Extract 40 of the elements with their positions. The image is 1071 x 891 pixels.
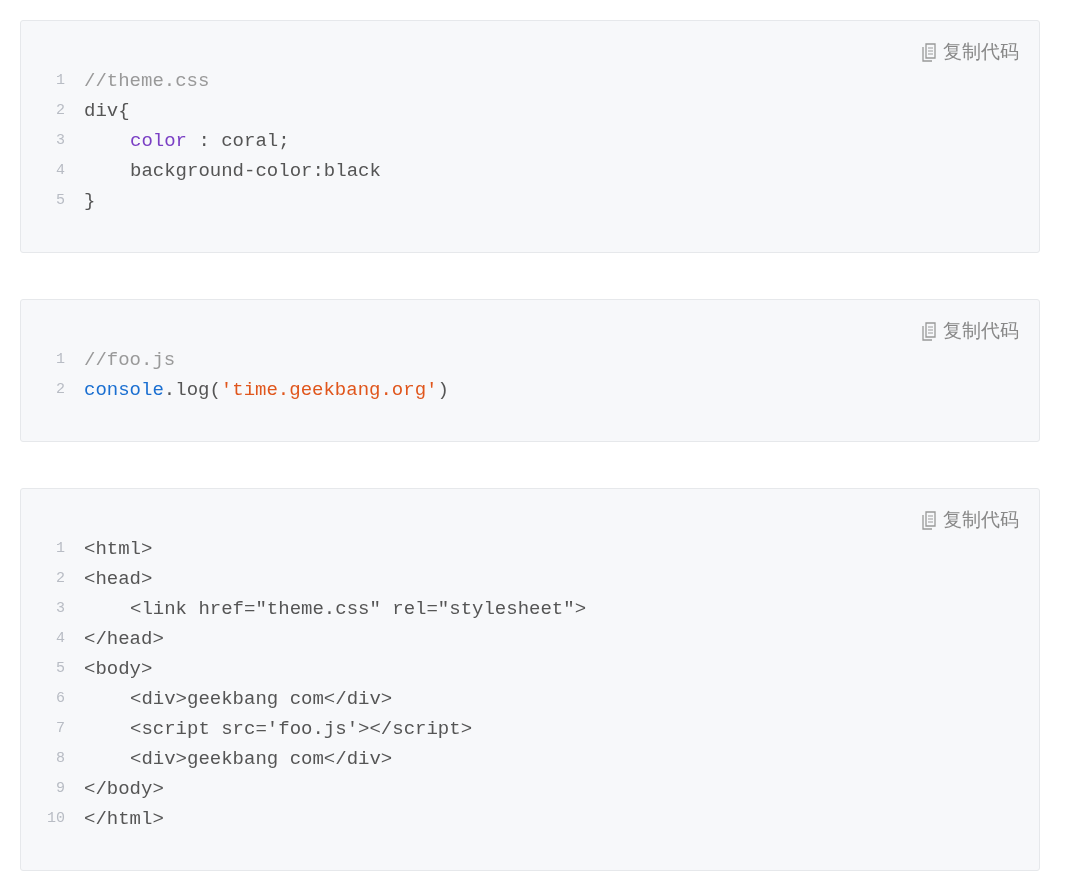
copy-icon	[922, 321, 939, 341]
line-number: 4	[55, 628, 66, 649]
line-number: 2	[55, 100, 66, 121]
code-line: }	[84, 189, 96, 214]
line-number: 5	[55, 190, 66, 211]
line-number: 2	[55, 568, 66, 589]
line-number: 4	[55, 160, 66, 181]
code-line: background-color:black	[129, 159, 381, 184]
copy-icon	[922, 42, 939, 62]
code-line: <div>geekbang com</div>	[129, 687, 393, 712]
code-line: <body>	[84, 657, 153, 682]
copy-icon	[922, 510, 939, 530]
line-number: 1	[55, 70, 66, 91]
line-number: 6	[55, 688, 66, 709]
code-line: <html>	[84, 537, 153, 562]
code-line: </head>	[84, 627, 164, 652]
line-number: 3	[55, 598, 66, 619]
code-line: //theme.css	[84, 69, 210, 94]
line-number: 8	[55, 748, 66, 769]
copy-code-button[interactable]: 复制代码	[922, 507, 1019, 533]
line-number: 10	[46, 808, 66, 829]
code-line: color : coral;	[129, 129, 290, 154]
line-number: 1	[55, 538, 66, 559]
line-number: 3	[55, 130, 66, 151]
line-number: 9	[55, 778, 66, 799]
code-line: </html>	[84, 807, 164, 832]
code-line: console.log('time.geekbang.org')	[84, 378, 449, 403]
line-number: 1	[55, 349, 66, 370]
line-number: 7	[55, 718, 66, 739]
code-line: <head>	[84, 567, 153, 592]
code-line: <div>geekbang com</div>	[129, 747, 393, 772]
line-number: 2	[55, 379, 66, 400]
copy-code-button[interactable]: 复制代码	[922, 39, 1019, 65]
code-line: div{	[84, 99, 130, 124]
line-number: 5	[55, 658, 66, 679]
code-line: <link href="theme.css" rel="stylesheet">	[129, 597, 587, 622]
code-line: //foo.js	[84, 348, 176, 373]
code-line: </body>	[84, 777, 164, 802]
copy-code-button[interactable]: 复制代码	[922, 318, 1019, 344]
code-line: <script src='foo.js'></script>	[129, 717, 473, 742]
